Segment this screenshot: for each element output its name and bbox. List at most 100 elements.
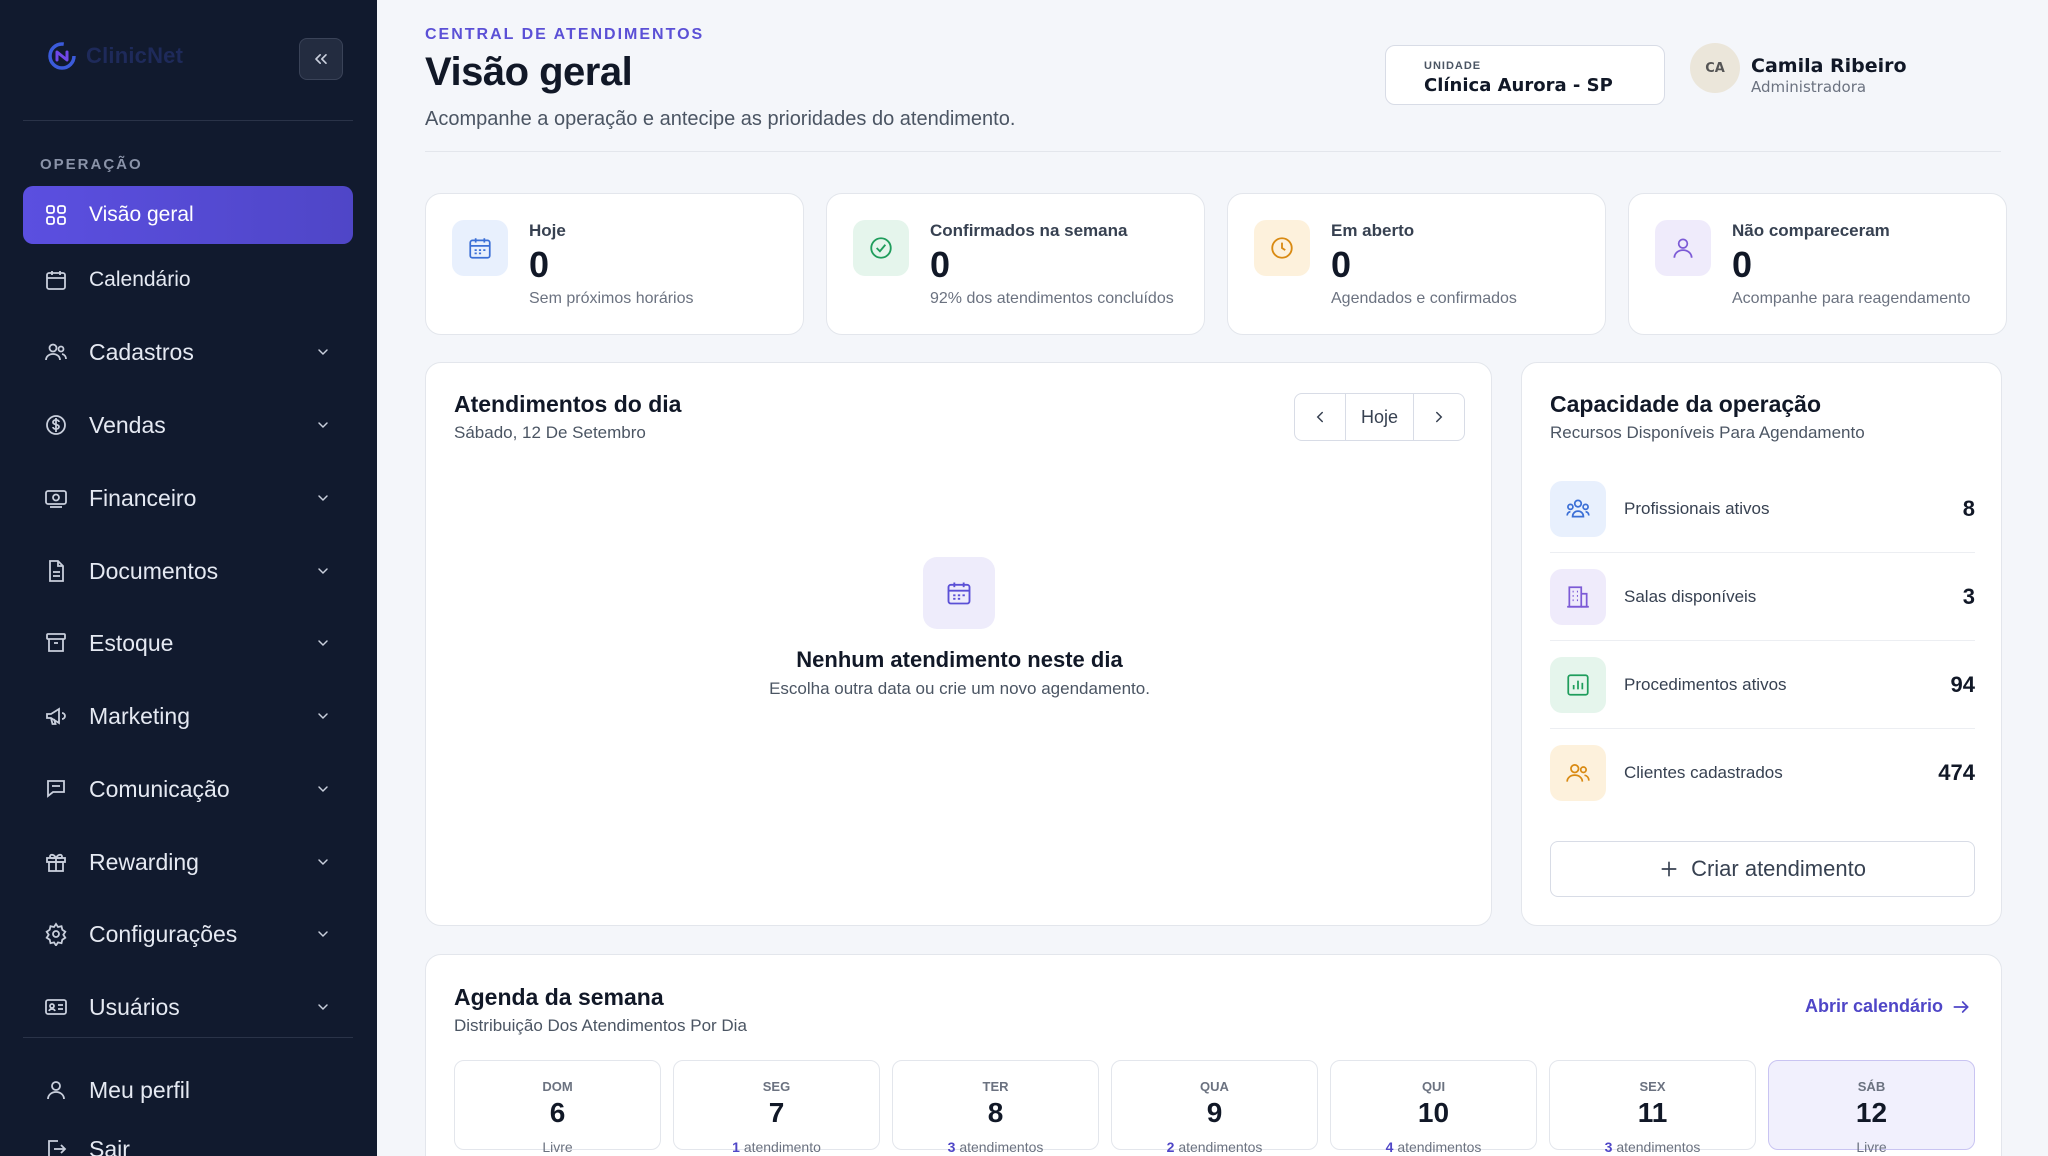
sidebar-item-estoque[interactable]: Estoque <box>23 614 353 672</box>
panel-date: Sábado, 12 De Setembro <box>454 423 646 442</box>
sidebar-item-visao-geral[interactable]: Visão geral <box>23 186 353 244</box>
week-day-card[interactable]: SEG 7 1 atendimento <box>673 1060 880 1155</box>
id-card-icon <box>43 994 69 1020</box>
sidebar-item-comunicacao[interactable]: Comunicação <box>23 760 353 818</box>
users-icon <box>43 339 69 365</box>
brand-name: ClinicNet <box>86 43 184 68</box>
unit-label: UNIDADE <box>1424 60 1482 72</box>
capacity-label: Salas disponíveis <box>1624 587 1757 606</box>
page-eyebrow: CENTRAL DE ATENDIMENTOS <box>425 26 705 43</box>
create-appointment-button[interactable]: Criar atendimento <box>1550 841 1975 897</box>
gift-icon <box>43 849 69 875</box>
sidebar-item-meu-perfil[interactable]: Meu perfil <box>23 1061 353 1119</box>
brand-logo[interactable]: ClinicNet <box>46 40 183 72</box>
sidebar-item-label: Visão geral <box>89 203 194 226</box>
week-day-card[interactable]: QUA 9 2 atendimentos <box>1111 1060 1318 1155</box>
stat-card-nao-compareceram: Não compareceram 0 Acompanhe para reagen… <box>1628 193 2007 335</box>
stat-value: 0 <box>529 244 550 285</box>
stat-value: 0 <box>1331 244 1352 285</box>
chevron-right-icon <box>1436 411 1443 423</box>
open-calendar-link[interactable]: Abrir calendário <box>1805 996 1971 1017</box>
day-count: 1 <box>732 1139 740 1155</box>
stat-description: Acompanhe para reagendamento <box>1732 290 1971 307</box>
sidebar-item-marketing[interactable]: Marketing <box>23 687 353 745</box>
sidebar-item-usuarios[interactable]: Usuários <box>23 978 353 1036</box>
sidebar-item-calendario[interactable]: Calendário <box>23 251 353 309</box>
sidebar-item-rewarding[interactable]: Rewarding <box>23 833 353 891</box>
calendar-icon <box>43 267 69 293</box>
week-day-card[interactable]: TER 8 3 atendimentos <box>892 1060 1099 1155</box>
day-number: 6 <box>549 1097 566 1128</box>
day-count-text: atendimentos <box>1397 1139 1482 1155</box>
empty-state-title: Nenhum atendimento neste dia <box>796 647 1123 672</box>
avatar[interactable]: CA <box>1690 43 1740 93</box>
sidebar-item-configuracoes[interactable]: Configurações <box>23 905 353 963</box>
sidebar-item-label: Marketing <box>89 702 190 729</box>
stat-card-hoje: Hoje 0 Sem próximos horários <box>425 193 804 335</box>
stat-description: 92% dos atendimentos concluídos <box>930 290 1174 307</box>
user-name: Camila Ribeiro <box>1751 55 1907 77</box>
day-count-text: atendimentos <box>1616 1139 1701 1155</box>
chevrons-left-icon <box>315 54 327 64</box>
day-appointments-panel: Atendimentos do dia Sábado, 12 De Setemb… <box>425 362 1492 926</box>
week-day-card[interactable]: DOM 6 Livre <box>454 1060 661 1155</box>
unit-selector[interactable]: UNIDADE Clínica Aurora - SP <box>1385 45 1665 105</box>
next-day-button[interactable] <box>1414 394 1464 440</box>
day-count-text: atendimento <box>743 1139 821 1155</box>
day-count: 2 <box>1166 1139 1175 1155</box>
day-info: Livre <box>1769 1139 1974 1155</box>
sidebar-item-documentos[interactable]: Documentos <box>23 542 353 600</box>
capacity-row: Salas disponíveis 3 <box>1550 553 1975 641</box>
arrow-right-icon <box>1953 1000 1969 1013</box>
capacity-label: Profissionais ativos <box>1624 499 1770 518</box>
chat-icon <box>43 776 69 802</box>
day-abbr: QUI <box>1421 1079 1446 1094</box>
chevron-down-icon <box>318 786 328 793</box>
sidebar-item-cadastros[interactable]: Cadastros <box>23 323 353 381</box>
create-appointment-label: Criar atendimento <box>1691 856 1866 881</box>
panel-title: Agenda da semana <box>454 984 664 1010</box>
chevron-down-icon <box>318 495 328 502</box>
stat-description: Sem próximos horários <box>529 290 694 307</box>
calendar-icon <box>452 220 508 276</box>
stat-value: 0 <box>930 244 951 285</box>
sidebar-section-label: OPERAÇÃO <box>40 156 143 173</box>
unit-value: Clínica Aurora - SP <box>1424 75 1613 96</box>
page-title: Visão geral <box>425 50 633 94</box>
user-icon <box>43 1077 69 1103</box>
day-abbr: SEG <box>762 1079 791 1094</box>
panel-title: Atendimentos do dia <box>454 391 682 417</box>
sidebar-item-financeiro[interactable]: Financeiro <box>23 469 353 527</box>
gear-icon <box>43 921 69 947</box>
today-button[interactable]: Hoje <box>1345 394 1414 440</box>
sidebar-divider <box>23 120 353 121</box>
clinicnet-logo-icon <box>48 42 76 70</box>
chevron-left-icon <box>1316 411 1323 423</box>
week-day-card[interactable]: QUI 10 4 atendimentos <box>1330 1060 1537 1155</box>
capacity-label: Clientes cadastrados <box>1624 763 1783 782</box>
collapse-sidebar-button[interactable] <box>299 38 343 80</box>
capacity-row: Profissionais ativos 8 <box>1550 465 1975 553</box>
bar-chart-icon <box>1550 657 1606 713</box>
chevron-down-icon <box>318 713 328 720</box>
week-day-card-selected[interactable]: SÁB 12 Livre <box>1768 1060 1975 1155</box>
day-count-text: Livre <box>1856 1139 1887 1155</box>
day-count-text: Livre <box>542 1139 573 1155</box>
check-circle-icon <box>853 220 909 276</box>
stat-label: Em aberto <box>1331 221 1415 240</box>
day-count-text: atendimentos <box>959 1139 1044 1155</box>
sidebar-item-sair[interactable]: Sair <box>23 1120 353 1156</box>
day-abbr: SÁB <box>1857 1079 1886 1094</box>
capacity-value: 474 <box>1938 760 1975 785</box>
day-count: 3 <box>947 1139 956 1155</box>
sidebar-item-vendas[interactable]: Vendas <box>23 396 353 454</box>
stat-label: Hoje <box>529 221 566 240</box>
stat-label: Confirmados na semana <box>930 221 1128 240</box>
chevron-down-icon <box>318 640 328 647</box>
day-number: 9 <box>1206 1097 1223 1128</box>
week-day-card[interactable]: SEX 11 3 atendimentos <box>1549 1060 1756 1155</box>
logout-icon <box>43 1136 69 1156</box>
stat-label: Não compareceram <box>1732 221 1890 240</box>
stat-card-em-aberto: Em aberto 0 Agendados e confirmados <box>1227 193 1606 335</box>
previous-day-button[interactable] <box>1295 394 1345 440</box>
